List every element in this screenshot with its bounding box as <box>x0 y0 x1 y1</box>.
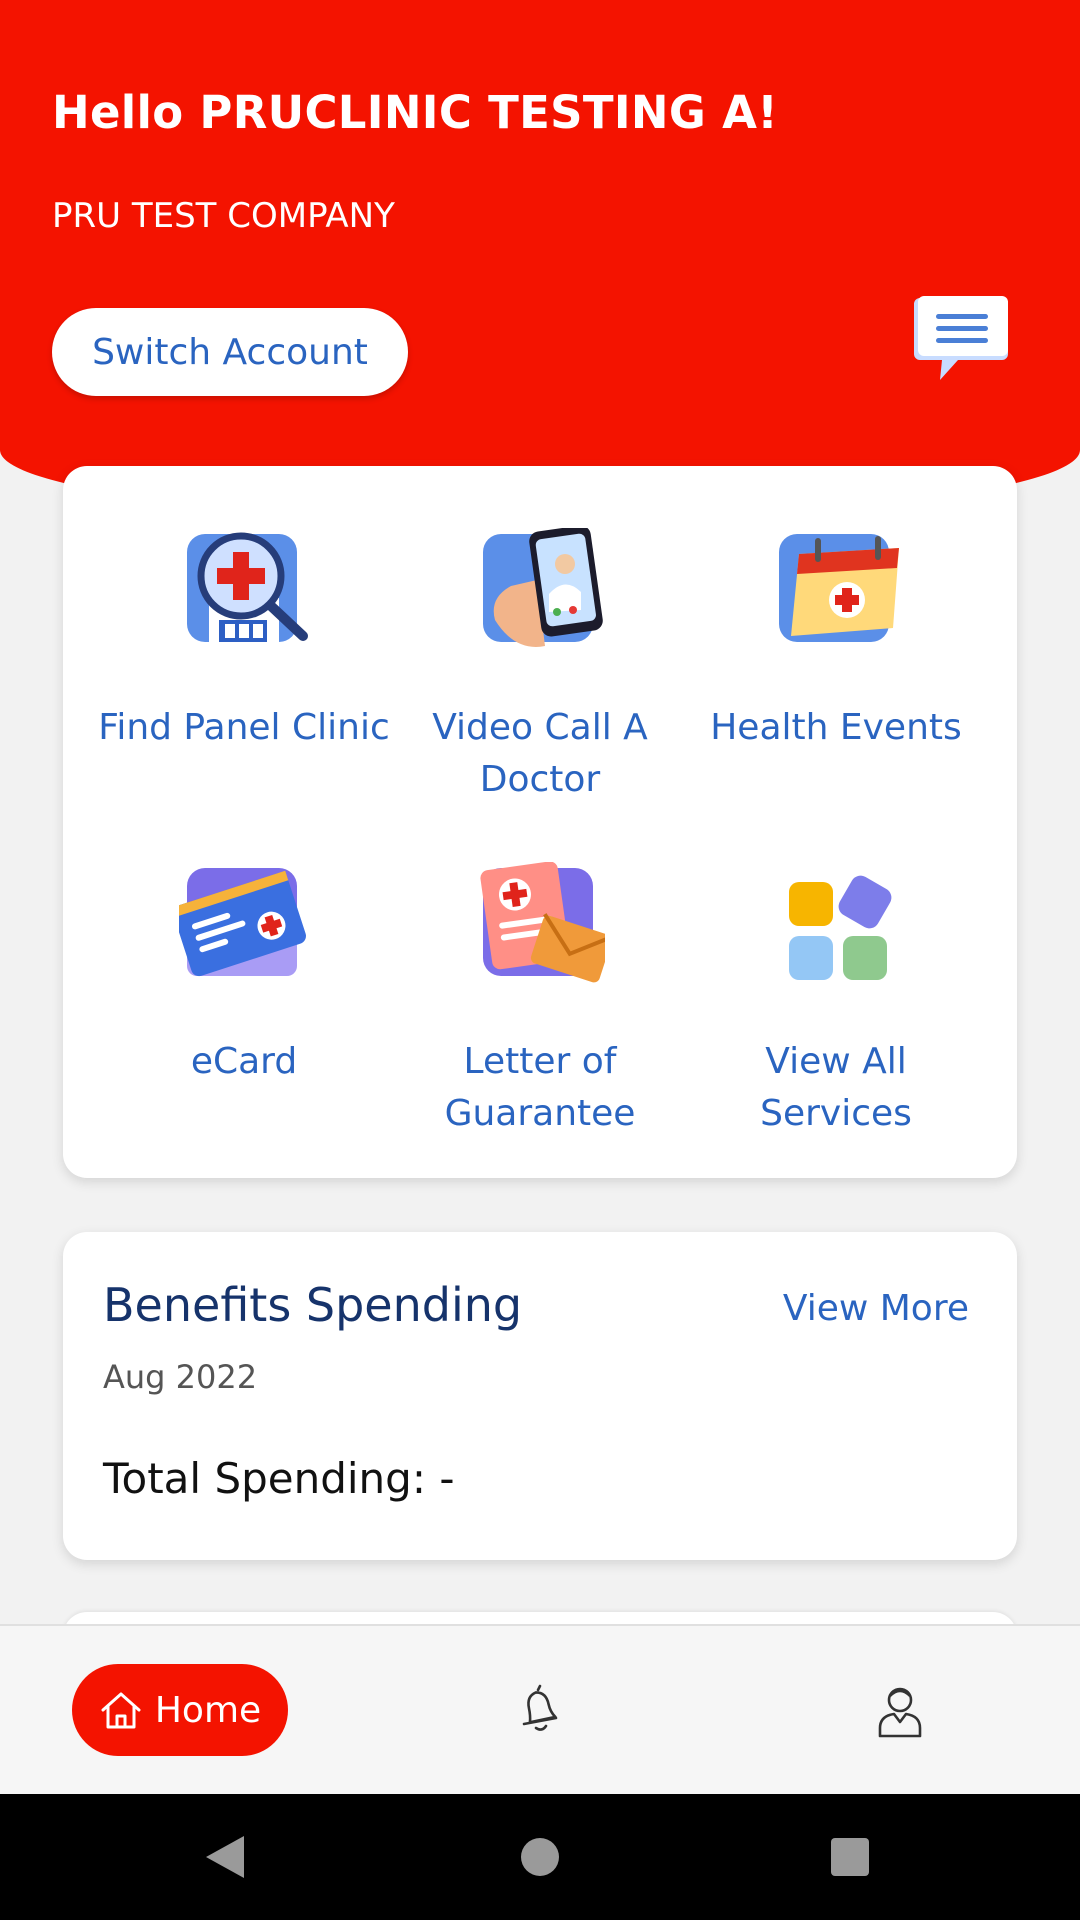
service-find-panel-clinic[interactable]: Find Panel Clinic <box>97 528 391 754</box>
switch-account-button[interactable]: Switch Account <box>52 308 408 396</box>
view-more-link[interactable]: View More <box>783 1288 969 1329</box>
services-card: Find Panel Clinic Video Call A Doctor He… <box>63 466 1017 1178</box>
bottom-navigation: Home <box>0 1624 1080 1794</box>
profile-icon[interactable] <box>876 1682 924 1738</box>
bell-icon[interactable] <box>518 1684 562 1736</box>
service-video-call-doctor[interactable]: Video Call A Doctor <box>393 525 687 806</box>
video-call-doctor-icon <box>475 525 605 658</box>
clinic-search-icon <box>179 528 309 658</box>
service-health-events[interactable]: Health Events <box>689 528 983 754</box>
home-circle-icon[interactable] <box>521 1838 559 1876</box>
total-spending: Total Spending: - <box>103 1454 455 1503</box>
greeting-text: Hello PRUCLINIC TESTING A! <box>52 86 779 139</box>
recents-square-icon[interactable] <box>831 1838 869 1876</box>
letter-guarantee-icon <box>475 861 615 992</box>
service-letter-of-guarantee[interactable]: Letter of Guarantee <box>393 861 687 1140</box>
ecard-icon <box>171 862 309 992</box>
nav-home-button[interactable]: Home <box>72 1664 288 1756</box>
system-navigation-bar <box>0 1794 1080 1920</box>
benefits-period: Aug 2022 <box>103 1358 258 1396</box>
header-banner: Hello PRUCLINIC TESTING A! PRU TEST COMP… <box>0 0 1080 520</box>
company-name: PRU TEST COMPANY <box>52 196 395 236</box>
view-all-grid-icon <box>771 862 901 992</box>
service-label: Video Call A Doctor <box>432 707 648 800</box>
service-view-all[interactable]: View All Services <box>689 862 983 1140</box>
nav-home-label: Home <box>154 1689 262 1731</box>
home-icon <box>101 1692 141 1729</box>
benefits-title: Benefits Spending <box>103 1278 523 1332</box>
service-ecard[interactable]: eCard <box>97 862 391 1088</box>
calendar-health-icon <box>771 528 901 658</box>
service-label: Health Events <box>710 707 962 748</box>
service-label: Find Panel Clinic <box>98 707 390 748</box>
service-label: Letter of Guarantee <box>444 1041 636 1134</box>
chat-bubble-icon[interactable] <box>914 296 1008 382</box>
service-label: View All Services <box>760 1041 912 1134</box>
benefits-spending-card: Benefits Spending View More Aug 2022 Tot… <box>63 1232 1017 1560</box>
service-label: eCard <box>190 1041 298 1082</box>
back-icon[interactable] <box>204 1834 246 1880</box>
